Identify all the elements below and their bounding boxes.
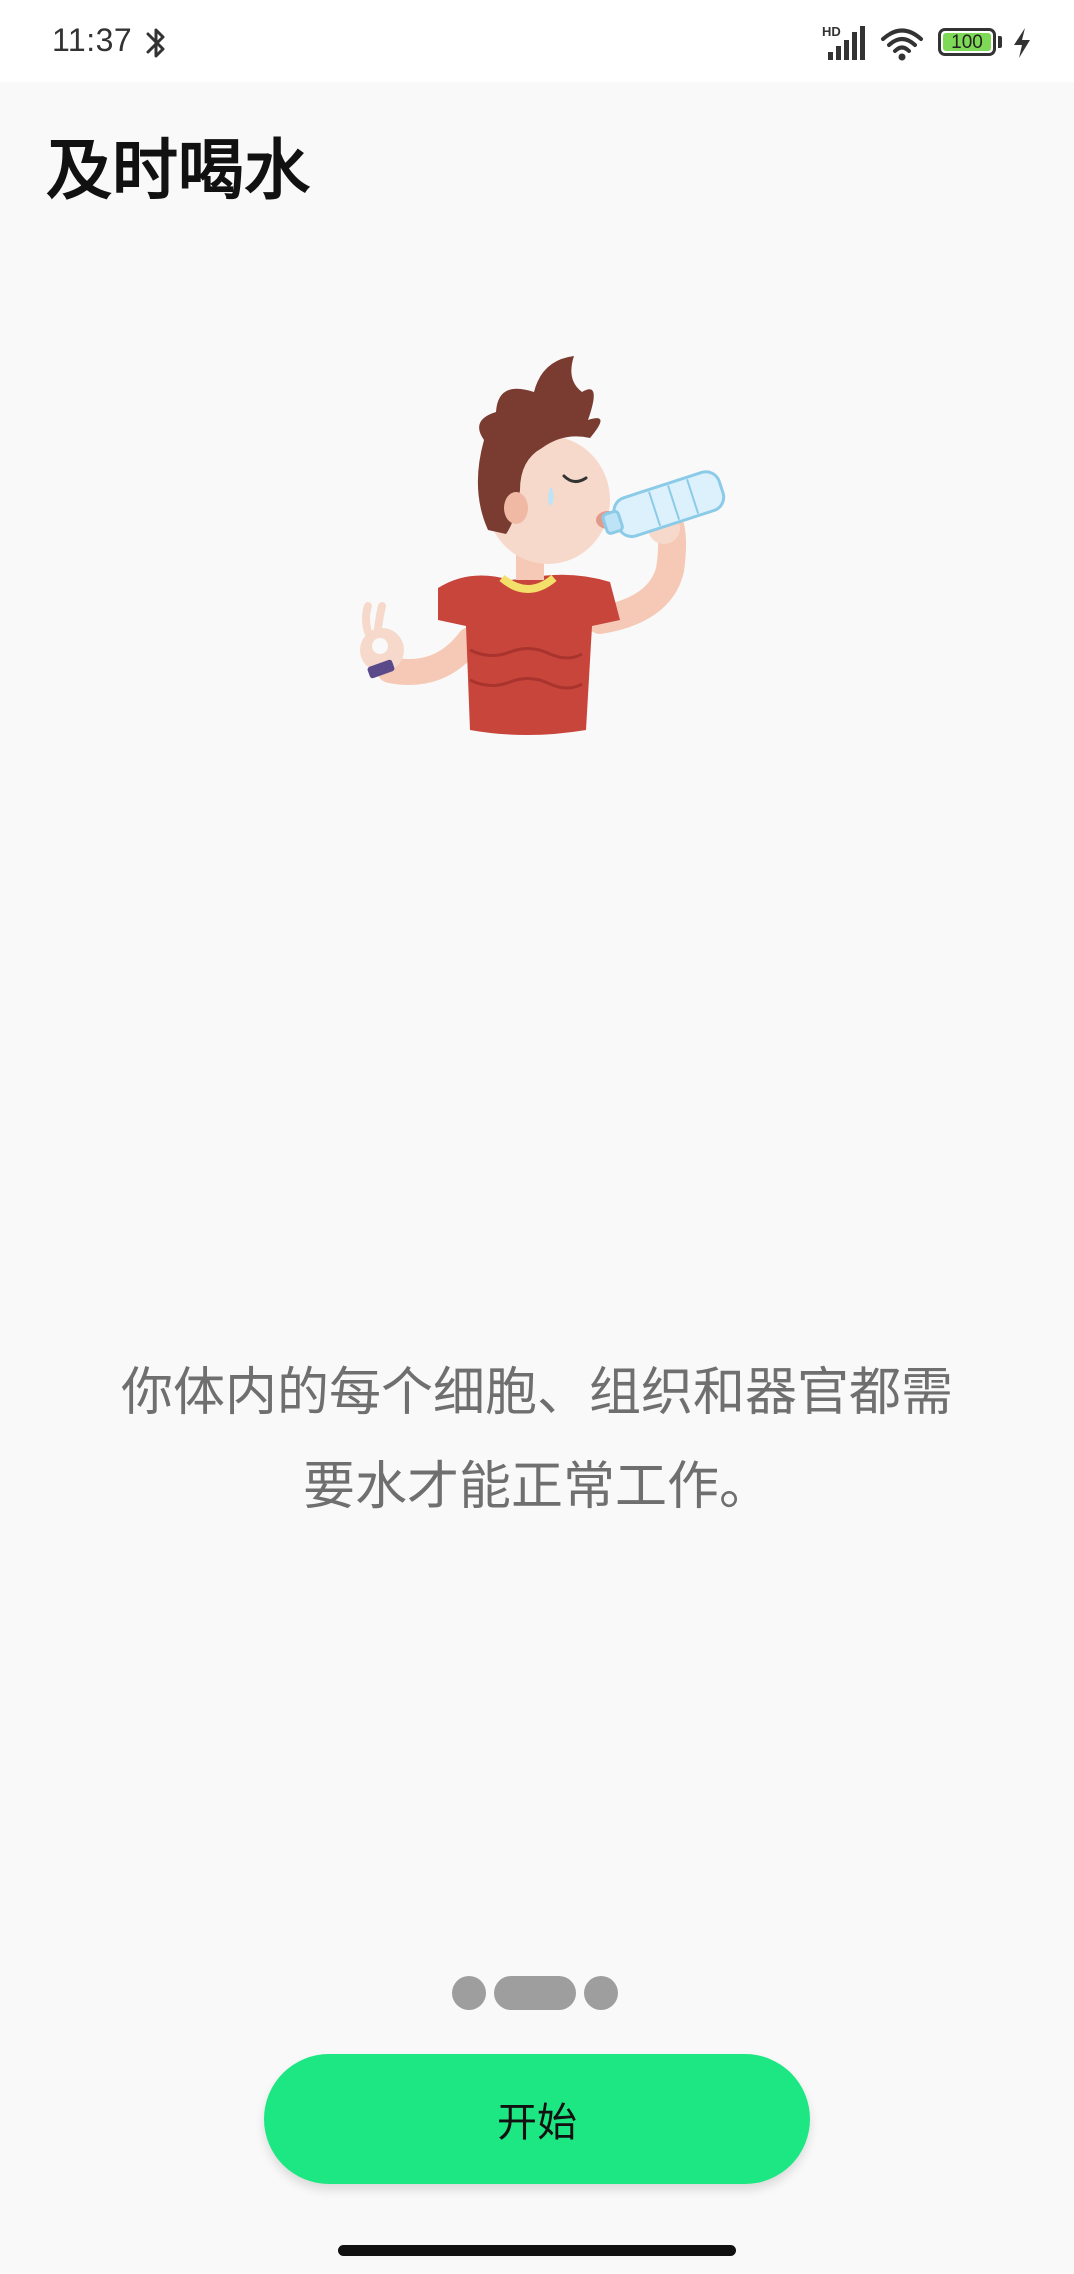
signal-icon <box>828 26 865 60</box>
start-button[interactable]: 开始 <box>264 2054 810 2184</box>
page-title: 及时喝水 <box>46 132 310 209</box>
page-indicator <box>452 1976 622 2010</box>
page-dot-active <box>494 1976 576 2010</box>
page-dot <box>452 1976 486 2010</box>
page-dot <box>584 1976 618 2010</box>
status-time: 11:37 <box>52 22 133 58</box>
bluetooth-icon <box>146 28 165 58</box>
person-drinking-water-illustration <box>360 356 726 735</box>
status-bar: 11:37 HD 100 <box>0 0 1074 82</box>
page-description: 你体内的每个细胞、组织和器官都需要水才能正常工作。 <box>120 1363 953 1517</box>
charging-icon <box>1014 28 1030 58</box>
battery-icon: 100 <box>938 28 1002 58</box>
home-indicator[interactable] <box>338 2245 736 2256</box>
wifi-icon <box>881 28 923 61</box>
battery-level: 100 <box>951 32 983 53</box>
